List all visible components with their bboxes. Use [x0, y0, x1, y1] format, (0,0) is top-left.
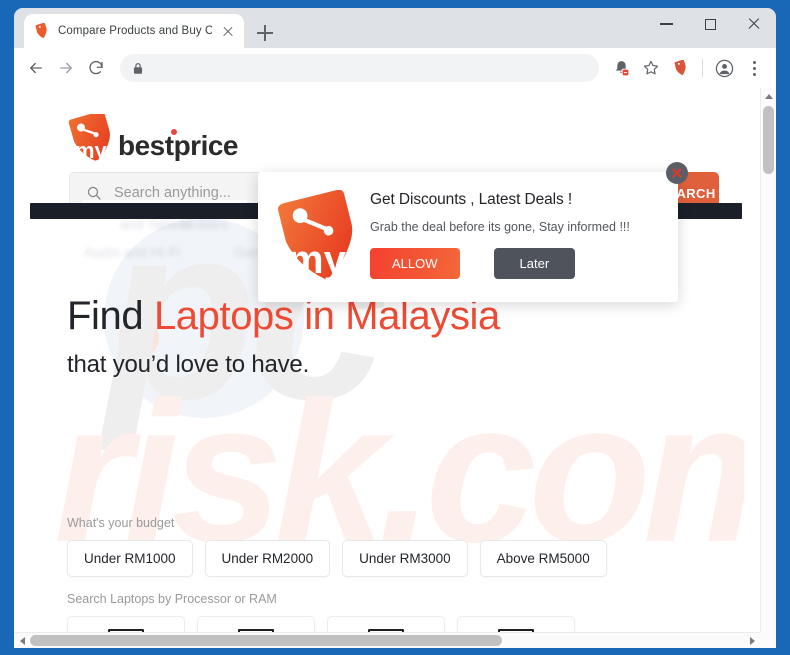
- scroll-right-button[interactable]: [744, 633, 760, 648]
- processor-card-3[interactable]: RAM 8GB: [457, 616, 575, 633]
- window-close-button[interactable]: [732, 8, 776, 40]
- budget-option-3[interactable]: Above RM5000: [479, 540, 607, 577]
- new-tab-button[interactable]: [252, 20, 278, 46]
- processor-label: Search Laptops by Processor or RAM: [67, 592, 277, 606]
- mybestprice-tag-icon: my: [66, 114, 114, 164]
- notification-permission-popup: my Get Discounts , Latest Deals ! Grab t…: [258, 162, 688, 302]
- window-maximize-button[interactable]: [688, 8, 732, 40]
- window-controls: [644, 8, 776, 48]
- processor-cards: Core i3 Core i3 Core i5 Core i5: [67, 616, 575, 633]
- scroll-up-button[interactable]: [761, 88, 776, 104]
- forward-arrow-icon[interactable]: [52, 54, 80, 82]
- window-minimize-button[interactable]: [644, 8, 688, 40]
- budget-label: What's your budget: [67, 516, 175, 530]
- processor-section: Search Laptops by Processor or RAM Core …: [67, 592, 575, 633]
- vertical-scrollbar[interactable]: [760, 88, 776, 648]
- budget-options: Under RM1000 Under RM2000 Under RM3000 A…: [67, 540, 607, 577]
- lock-icon: [132, 62, 144, 75]
- notification-blocked-icon[interactable]: [607, 54, 635, 82]
- site-logo[interactable]: my bestprice: [66, 114, 239, 164]
- star-icon[interactable]: [637, 54, 665, 82]
- allow-button[interactable]: ALLOW: [370, 248, 460, 279]
- page-viewport: pc risk.com my bestprice Search anything…: [14, 88, 776, 648]
- browser-toolbar: [14, 48, 776, 88]
- popup-close-icon[interactable]: [666, 162, 688, 184]
- budget-option-2[interactable]: Under RM3000: [342, 540, 468, 577]
- nav-menu-item-2[interactable]: Audio and Hi-Fi: [84, 244, 181, 260]
- tab-title: Compare Products and Buy Onlin: [58, 25, 212, 37]
- browser-tab[interactable]: Compare Products and Buy Onlin: [24, 14, 244, 48]
- horizontal-scrollbar[interactable]: [14, 632, 776, 648]
- site-logo-text: bestprice: [118, 129, 239, 164]
- mybestprice-tag-icon: my: [272, 189, 364, 285]
- vertical-scrollbar-thumb[interactable]: [763, 106, 774, 174]
- processor-card-1[interactable]: Core i5 Core i5: [197, 616, 315, 633]
- browser-window: Compare Products and Buy Onlin: [14, 8, 776, 648]
- popup-title: Get Discounts , Latest Deals !: [370, 191, 573, 208]
- search-icon: [86, 185, 102, 201]
- scrollbar-corner: [760, 632, 776, 648]
- extension-icon[interactable]: [667, 54, 695, 82]
- later-button[interactable]: Later: [493, 248, 576, 279]
- budget-option-0[interactable]: Under RM1000: [67, 540, 193, 577]
- popup-buttons: ALLOW Later: [370, 248, 678, 279]
- three-dot-menu-icon[interactable]: [740, 54, 768, 82]
- hero-heading-prefix: Find: [67, 294, 154, 338]
- search-placeholder: Search anything...: [114, 185, 231, 201]
- processor-card-0[interactable]: Core i3 Core i3: [67, 616, 185, 633]
- logo-dot-icon: [171, 129, 177, 135]
- scroll-left-button[interactable]: [14, 633, 30, 648]
- tab-close-icon[interactable]: [220, 23, 236, 39]
- reload-icon[interactable]: [82, 54, 110, 82]
- hero-section: Find Laptops in Malaysia that you’d love…: [67, 293, 707, 379]
- profile-avatar-icon[interactable]: [710, 54, 738, 82]
- back-arrow-icon[interactable]: [22, 54, 50, 82]
- budget-section: What's your budget Under RM1000 Under RM…: [67, 516, 607, 577]
- site-logo-word: bestprice: [118, 130, 239, 161]
- address-bar[interactable]: [120, 54, 599, 82]
- hero-subheading: that you’d love to have.: [67, 351, 310, 379]
- web-page: pc risk.com my bestprice Search anything…: [14, 88, 759, 633]
- popup-body: Get Discounts , Latest Deals ! Grab the …: [364, 191, 678, 283]
- popup-subtitle: Grab the deal before its gone, Stay info…: [370, 220, 630, 234]
- budget-option-1[interactable]: Under RM2000: [204, 540, 331, 577]
- svg-text:my: my: [75, 138, 108, 163]
- processor-card-2[interactable]: Core i7 Core i7: [327, 616, 445, 633]
- popup-logo-text: my: [288, 238, 347, 282]
- screenshot-root: Compare Products and Buy Onlin: [0, 0, 790, 655]
- toolbar-divider: [702, 59, 703, 77]
- mybestprice-tag-icon: [34, 23, 50, 39]
- tab-strip: Compare Products and Buy Onlin: [14, 8, 776, 48]
- horizontal-scrollbar-thumb[interactable]: [30, 635, 502, 646]
